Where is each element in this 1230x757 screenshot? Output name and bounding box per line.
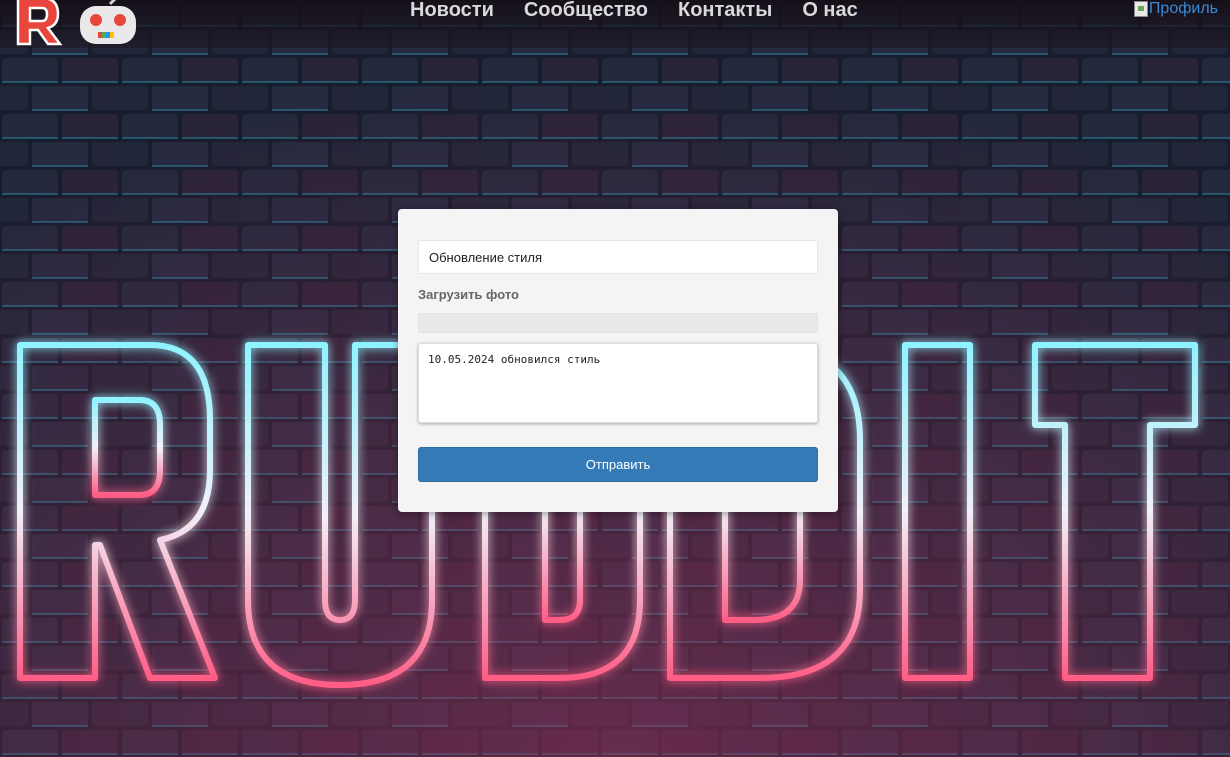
profile-label: Профиль xyxy=(1148,0,1218,17)
logo-letter-icon xyxy=(16,0,63,46)
site-logo[interactable] xyxy=(14,0,138,46)
nav-link-community[interactable]: Сообщество xyxy=(524,0,648,22)
nav-link-about[interactable]: О нас xyxy=(802,0,857,22)
page: Новости Сообщество Контакты О нас Профил… xyxy=(0,0,1230,757)
photo-file-input[interactable] xyxy=(418,313,818,333)
main-nav: Новости Сообщество Контакты О нас xyxy=(410,0,858,22)
nav-link-contacts[interactable]: Контакты xyxy=(678,0,772,22)
top-navbar: Новости Сообщество Контакты О нас Профил… xyxy=(0,0,1230,48)
post-title-input[interactable] xyxy=(418,240,818,274)
post-content-textarea[interactable]: 10.05.2024 обновился стиль xyxy=(418,343,818,423)
submit-button[interactable]: Отправить xyxy=(418,447,818,482)
robot-face-icon xyxy=(80,0,136,44)
broken-image-icon xyxy=(1133,1,1148,17)
post-form-card: Загрузить фото 10.05.2024 обновился стил… xyxy=(398,209,838,512)
upload-photo-label: Загрузить фото xyxy=(418,287,519,302)
profile-link[interactable]: Профиль xyxy=(1133,0,1218,19)
nav-link-news[interactable]: Новости xyxy=(410,0,494,22)
